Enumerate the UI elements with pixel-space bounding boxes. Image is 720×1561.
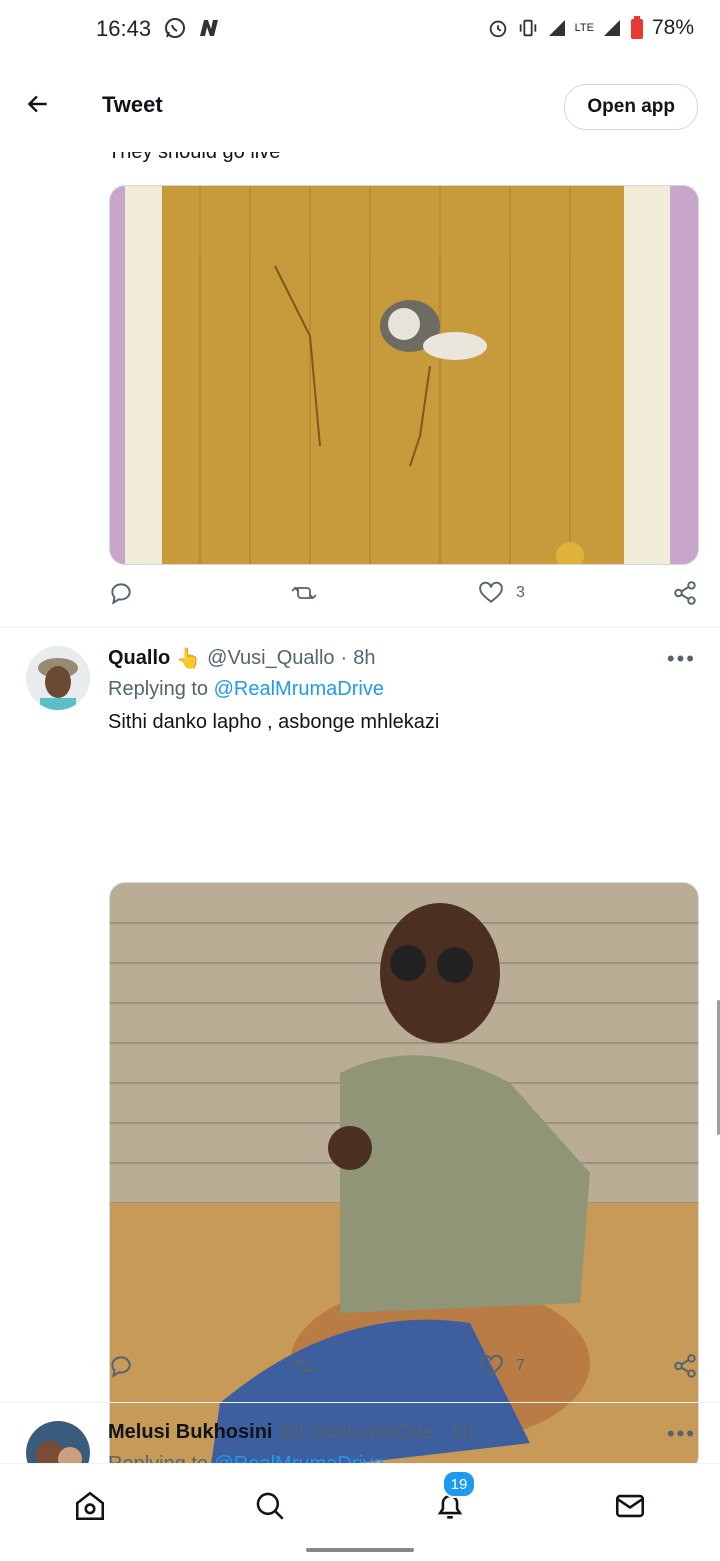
like-button[interactable]: 3	[478, 580, 525, 606]
signal-icon	[548, 20, 565, 36]
avatar-image	[26, 1421, 90, 1463]
author-name[interactable]: Melusi Bukhosini	[108, 1421, 272, 1444]
nav-messages[interactable]	[608, 1484, 652, 1528]
replying-prefix: Replying to	[108, 1453, 208, 1463]
retweet-icon	[291, 586, 317, 600]
status-time: 16:43	[96, 16, 152, 41]
more-options-button[interactable]: •••	[667, 646, 696, 672]
tweet-actions: 3	[108, 580, 698, 620]
retweet-button[interactable]	[290, 580, 318, 606]
tweet-time[interactable]: 8h	[353, 647, 375, 670]
author-emoji: 👆	[176, 648, 202, 670]
status-notification-icons	[163, 16, 221, 40]
home-icon	[75, 1491, 105, 1521]
tweet-time[interactable]: 6h	[452, 1421, 474, 1444]
reply-button[interactable]	[108, 580, 134, 606]
tweet-actions: 7	[108, 1353, 698, 1393]
home-indicator[interactable]	[306, 1548, 414, 1552]
notification-badge: 19	[442, 1470, 476, 1498]
retweet-icon	[291, 1359, 317, 1373]
nav-notifications[interactable]: 19	[428, 1470, 476, 1528]
tweet-author-line: Melusi Bukhosini @LindokuhleQue · 6h	[108, 1421, 474, 1444]
whatsapp-icon	[165, 18, 185, 38]
share-button[interactable]	[672, 580, 698, 606]
battery-icon	[630, 16, 643, 39]
bottom-nav: 19	[0, 1463, 720, 1561]
retweet-button[interactable]	[290, 1353, 318, 1379]
heart-icon	[479, 1354, 503, 1376]
reply-icon	[111, 1356, 131, 1378]
avatar[interactable]	[26, 646, 90, 710]
open-app-button[interactable]: Open app	[564, 84, 698, 130]
network-type: LTE	[574, 22, 594, 34]
avatar-image	[26, 646, 90, 710]
signal-icon-2	[603, 20, 620, 36]
mail-icon	[615, 1494, 645, 1518]
heart-icon	[479, 581, 503, 603]
author-handle[interactable]: @LindokuhleQue	[278, 1421, 433, 1444]
like-count: 3	[516, 584, 525, 601]
author-handle[interactable]: @Vusi_Quallo	[207, 647, 334, 670]
back-button[interactable]	[18, 84, 58, 124]
like-count: 7	[516, 1357, 525, 1374]
avatar[interactable]	[26, 1421, 90, 1463]
search-icon	[256, 1492, 284, 1520]
arrow-left-icon	[27, 95, 47, 113]
replying-to: Replying to @RealMrumaDrive	[108, 1453, 384, 1463]
page-title: Tweet	[102, 92, 163, 117]
reply-button[interactable]	[108, 1353, 134, 1379]
like-button[interactable]: 7	[478, 1353, 525, 1379]
status-right-icons: LTE 78%	[487, 16, 694, 40]
separator: ·	[340, 647, 348, 669]
vibrate-icon	[519, 19, 536, 37]
reply-tweet[interactable]: Melusi Bukhosini @LindokuhleQue · 6h •••…	[0, 1403, 720, 1463]
tweet-author-line: Quallo 👆 @Vusi_Quallo · 8h	[108, 646, 375, 671]
more-options-button[interactable]: •••	[667, 1421, 696, 1447]
status-bar: 16:43 LTE 78%	[0, 0, 720, 60]
reply-tweet[interactable]: They should go live 3	[0, 130, 720, 627]
top-header: Tweet Open app	[0, 60, 720, 152]
alarm-icon	[489, 20, 506, 38]
author-name[interactable]: Quallo	[108, 647, 170, 670]
share-icon	[674, 581, 696, 605]
share-button[interactable]	[672, 1353, 698, 1379]
news-app-icon	[200, 20, 218, 36]
nav-search[interactable]	[248, 1484, 292, 1528]
battery-percent: 78%	[651, 16, 694, 39]
reply-icon	[111, 583, 131, 605]
door-cat-image	[110, 186, 698, 564]
reply-tweet[interactable]: Quallo 👆 @Vusi_Quallo · 8h ••• Replying …	[0, 628, 720, 1472]
replying-to: Replying to @RealMrumaDrive	[108, 678, 384, 701]
nav-home[interactable]	[68, 1484, 112, 1528]
separator: ·	[439, 1421, 446, 1443]
share-icon	[674, 1354, 696, 1378]
replying-to-link[interactable]: @RealMrumaDrive	[214, 678, 384, 700]
tweet-text: Sithi danko lapho , asbonge mhlekazi	[108, 711, 440, 733]
tweet-media-image[interactable]	[109, 185, 699, 565]
replying-to-link[interactable]: @RealMrumaDrive	[214, 1453, 384, 1463]
replying-prefix: Replying to	[108, 678, 209, 700]
